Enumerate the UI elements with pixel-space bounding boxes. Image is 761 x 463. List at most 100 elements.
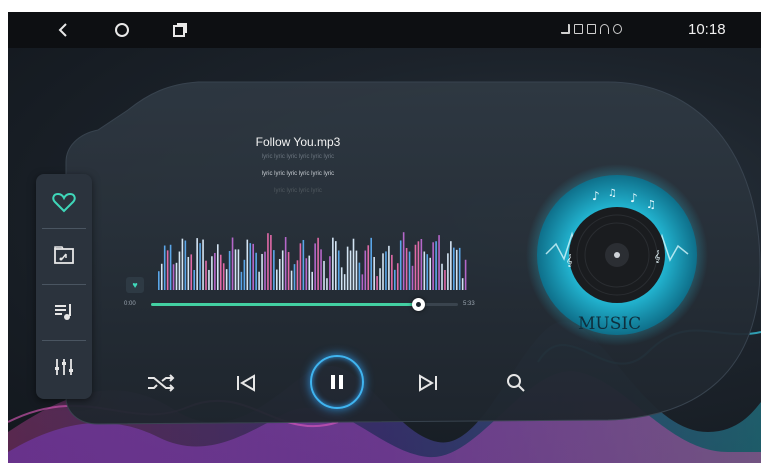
pause-icon	[331, 375, 343, 389]
spectrum-bar	[258, 271, 260, 290]
spectrum-bar	[249, 243, 252, 290]
spectrum-bar	[373, 256, 375, 290]
progress-fill	[151, 303, 419, 306]
audio-spectrum	[158, 232, 467, 290]
spectrum-bar	[314, 243, 316, 290]
spectrum-bar	[337, 250, 340, 290]
progress-knob[interactable]	[412, 298, 426, 311]
spectrum-bar	[281, 250, 284, 290]
spectrum-bar	[423, 251, 426, 290]
pause-button[interactable]	[310, 355, 364, 409]
spectrum-bar	[396, 263, 399, 290]
spectrum-bar	[187, 256, 190, 290]
spectrum-bar	[208, 269, 210, 290]
spectrum-bar	[231, 237, 234, 290]
spectrum-bar	[219, 254, 222, 290]
spectrum-bar	[243, 259, 246, 290]
spectrum-bar	[222, 263, 225, 290]
search-icon[interactable]	[502, 369, 530, 397]
spectrum-bar	[432, 242, 434, 290]
favorite-small-icon[interactable]: ♥	[126, 277, 144, 293]
spectrum-bar	[450, 241, 452, 290]
spectrum-bar	[335, 241, 337, 290]
spectrum-bar	[464, 259, 467, 290]
spectrum-bar	[417, 241, 420, 290]
sidebar-divider	[42, 284, 86, 285]
spectrum-bar	[355, 250, 358, 290]
shuffle-icon[interactable]	[144, 369, 178, 397]
spectrum-bar	[205, 260, 207, 290]
spectrum-bar	[311, 271, 313, 290]
spectrum-bar	[329, 256, 331, 290]
spectrum-bar	[323, 260, 325, 290]
spectrum-bar	[305, 258, 308, 290]
lyric-line-previous: lyric lyric lyric lyric lyric lyric	[261, 154, 335, 160]
spectrum-bar	[270, 234, 272, 290]
spectrum-bar	[211, 256, 213, 290]
time-elapsed: 0:00	[124, 301, 136, 307]
spectrum-bar	[302, 239, 305, 290]
spectrum-bar	[420, 238, 423, 290]
spectrum-bar	[160, 263, 163, 290]
spectrum-bar	[382, 253, 384, 290]
spectrum-bar	[214, 252, 216, 290]
spectrum-bar	[352, 238, 355, 290]
spectrum-bar	[458, 247, 461, 290]
spectrum-bar	[175, 262, 178, 290]
car-music-screen: 10:18 Follow You.mp3 lyric lyric lyric l…	[8, 12, 761, 463]
spectrum-bar	[308, 255, 311, 290]
spectrum-bar	[343, 274, 346, 290]
spectrum-bar	[199, 243, 201, 290]
favorite-icon[interactable]	[44, 182, 84, 222]
spectrum-bar	[358, 262, 361, 290]
spectrum-bar	[166, 250, 169, 290]
svg-text:♫: ♫	[646, 198, 656, 211]
spectrum-bar	[364, 250, 367, 290]
previous-icon[interactable]	[231, 369, 261, 397]
spectrum-bar	[385, 251, 387, 290]
svg-text:♪: ♪	[630, 191, 638, 205]
album-art-title: MUSIC	[578, 314, 642, 334]
folder-music-icon[interactable]	[44, 235, 84, 275]
spectrum-bar	[408, 251, 411, 290]
spectrum-bar	[293, 264, 296, 290]
spectrum-bar	[461, 278, 464, 290]
spectrum-bar	[169, 244, 172, 290]
spectrum-bar	[429, 257, 431, 290]
spectrum-bar	[237, 249, 240, 290]
spectrum-bar	[388, 245, 390, 290]
progress-bar[interactable]	[151, 298, 458, 311]
song-title: Follow You.mp3	[255, 135, 341, 149]
spectrum-bar	[217, 244, 219, 290]
spectrum-bar	[284, 237, 287, 290]
spectrum-bar	[326, 278, 328, 290]
lyric-line-next: lyric lyric lyric lyric	[274, 188, 322, 194]
spectrum-bar	[379, 268, 381, 290]
spectrum-bar	[181, 238, 184, 290]
spectrum-bar	[391, 254, 393, 290]
spectrum-bar	[426, 254, 429, 290]
spectrum-bar	[402, 232, 405, 290]
lyric-line-current: lyric lyric lyric lyric lyric lyric	[261, 171, 335, 177]
spectrum-bar	[196, 238, 198, 290]
playlist-icon[interactable]	[44, 291, 84, 331]
spectrum-bar	[184, 240, 187, 290]
spectrum-bar	[455, 249, 458, 290]
spectrum-bar	[287, 252, 290, 290]
spectrum-bar	[172, 264, 175, 290]
spectrum-bar	[234, 249, 237, 290]
spectrum-bar	[228, 250, 231, 290]
svg-text:𝄞: 𝄞	[566, 254, 573, 267]
next-icon[interactable]	[413, 369, 443, 397]
spectrum-bar	[346, 246, 349, 290]
spectrum-bar	[394, 269, 396, 290]
spectrum-bar	[414, 244, 417, 290]
spectrum-bar	[438, 235, 440, 290]
spectrum-bar	[340, 267, 343, 290]
spectrum-bar	[447, 253, 449, 290]
spectrum-bar	[367, 245, 370, 290]
sidebar-divider	[42, 340, 86, 341]
equalizer-icon[interactable]	[44, 347, 84, 387]
spectrum-bar	[240, 271, 243, 290]
spectrum-bar	[246, 239, 249, 290]
